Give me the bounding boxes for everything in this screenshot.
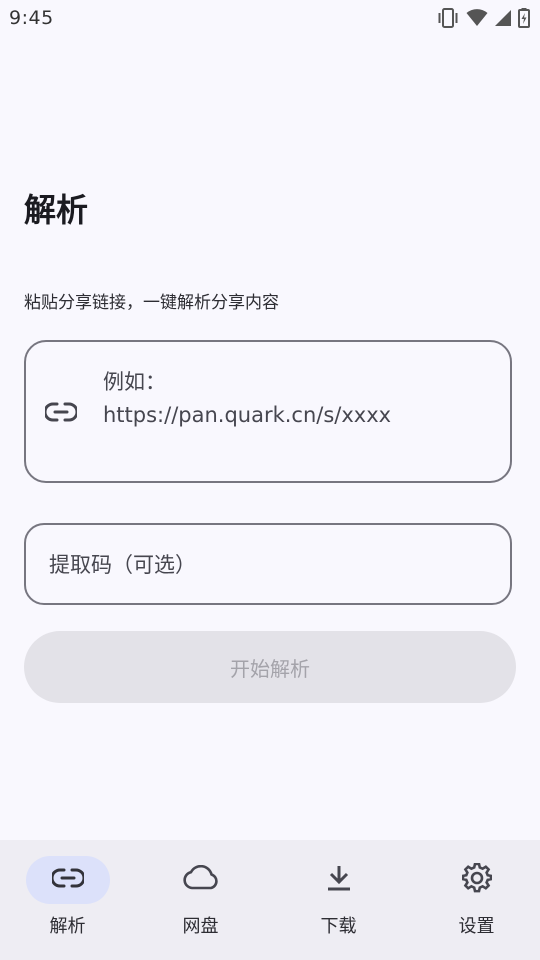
nav-label-settings: 设置 bbox=[458, 916, 495, 937]
share-link-input[interactable]: 例如： https://pan.quark.cn/s/xxxx bbox=[24, 340, 512, 483]
nav-label-download: 下载 bbox=[320, 916, 357, 937]
cloud-icon bbox=[182, 864, 220, 895]
status-icons bbox=[436, 6, 530, 30]
cell-signal-icon bbox=[494, 9, 512, 27]
battery-charging-icon bbox=[518, 8, 530, 28]
vibrate-icon bbox=[436, 8, 460, 28]
start-parse-button[interactable]: 开始解析 bbox=[24, 631, 516, 703]
page-subtitle: 粘贴分享链接，一键解析分享内容 bbox=[24, 293, 279, 313]
link-icon bbox=[50, 867, 85, 893]
nav-label-cloud: 网盘 bbox=[182, 916, 219, 937]
nav-icon-wrap bbox=[435, 856, 519, 904]
nav-item-settings[interactable]: 设置 bbox=[409, 840, 540, 960]
nav-item-cloud[interactable]: 网盘 bbox=[133, 840, 268, 960]
gear-icon bbox=[461, 862, 492, 897]
start-parse-label: 开始解析 bbox=[230, 656, 310, 681]
wifi-icon bbox=[466, 9, 488, 27]
nav-item-download[interactable]: 下载 bbox=[271, 840, 406, 960]
page-title: 解析 bbox=[24, 191, 89, 229]
bottom-nav: 解析 网盘 下载 设置 bbox=[0, 840, 540, 960]
extraction-code-input[interactable]: 提取码（可选） bbox=[24, 523, 512, 605]
share-link-placeholder: 例如： https://pan.quark.cn/s/xxxx bbox=[103, 370, 392, 427]
nav-icon-wrap bbox=[297, 856, 381, 904]
download-icon bbox=[327, 864, 351, 896]
nav-label-parse: 解析 bbox=[49, 916, 86, 937]
nav-item-parse[interactable]: 解析 bbox=[0, 840, 135, 960]
status-bar: 9:45 bbox=[0, 0, 540, 38]
extraction-code-placeholder: 提取码（可选） bbox=[49, 553, 196, 577]
screen: 9:45 解析 粘贴分享链接，一键解析分享内容 例如： https://pan.… bbox=[0, 0, 540, 960]
status-time: 9:45 bbox=[9, 7, 54, 29]
nav-icon-wrap bbox=[159, 856, 243, 904]
link-icon bbox=[43, 401, 79, 423]
nav-active-indicator bbox=[25, 856, 110, 904]
